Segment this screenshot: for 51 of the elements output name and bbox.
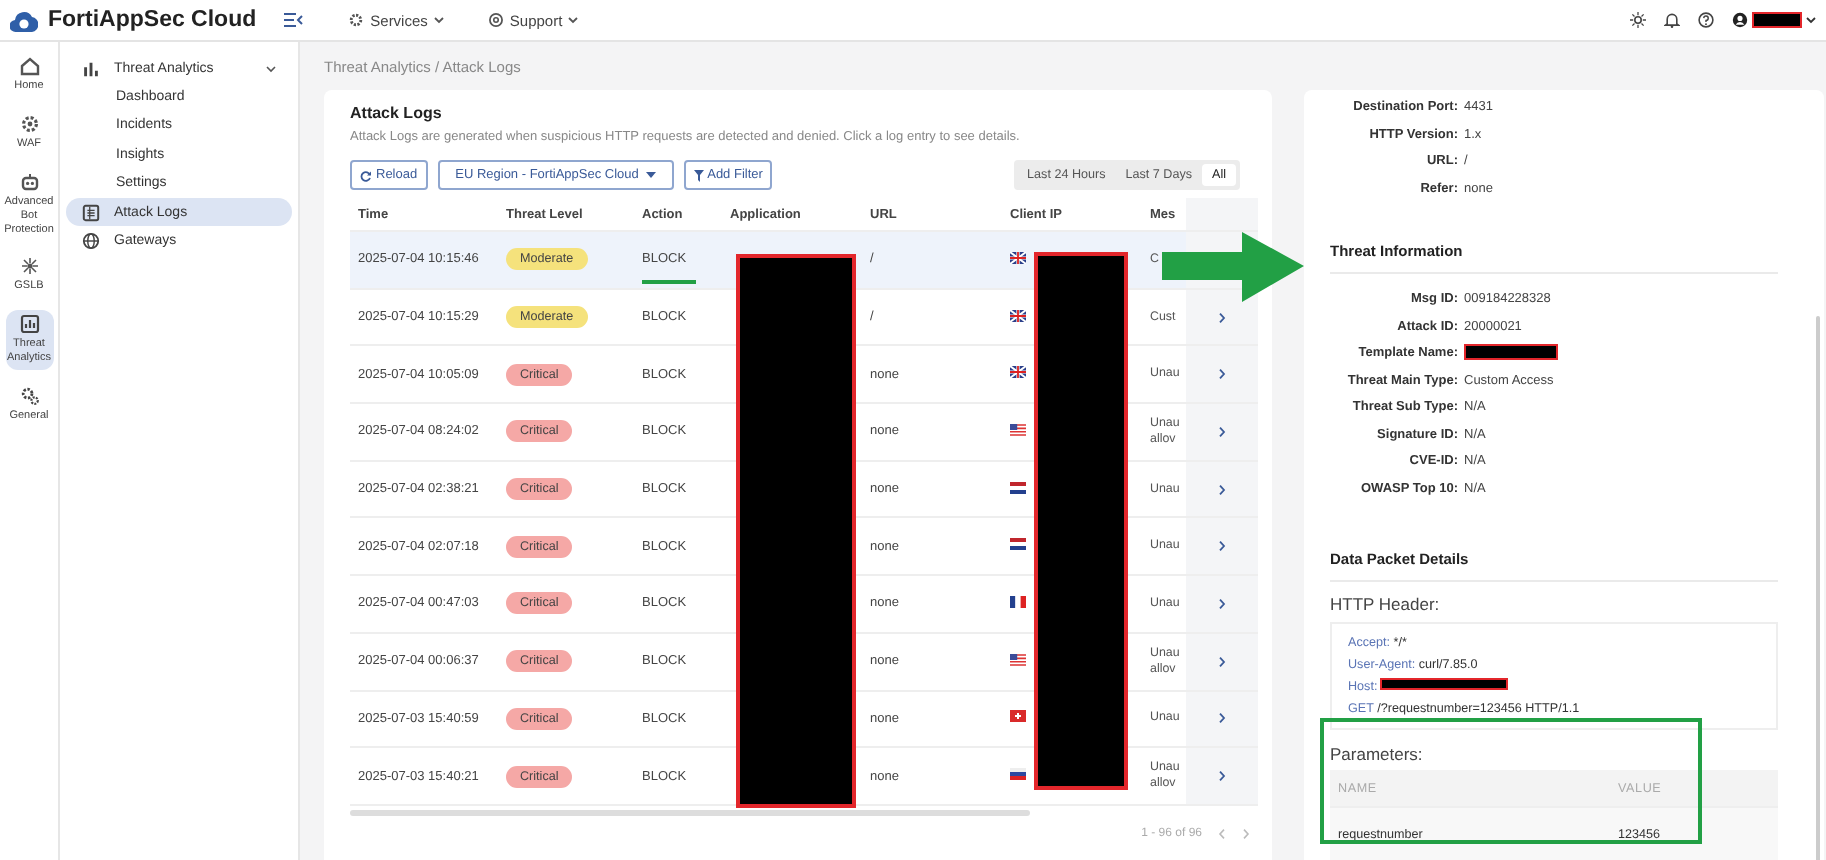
network-icon: [19, 256, 39, 277]
flag-icon: [1010, 423, 1026, 436]
sun-icon[interactable]: [1630, 12, 1646, 28]
annotation-arrow: [1162, 232, 1304, 302]
caret-icon[interactable]: [1806, 16, 1816, 24]
flag-icon: [1010, 768, 1026, 781]
chevron-right-icon[interactable]: [1218, 425, 1226, 438]
flag-icon: [1010, 538, 1026, 551]
reload-icon: [360, 169, 372, 181]
product-name: FortiAppSec Cloud: [48, 8, 257, 32]
gear-icon: [19, 113, 39, 134]
log-icon: [82, 203, 100, 221]
flag-icon: [1010, 481, 1026, 494]
subsection-title: HTTP Header:: [1330, 594, 1442, 614]
scrollbar[interactable]: [1816, 316, 1820, 860]
chevron-right-icon[interactable]: [1218, 597, 1226, 610]
flag-icon: [1010, 653, 1026, 666]
user-avatar-icon[interactable]: [1732, 12, 1748, 28]
chevron-right-icon[interactable]: [1218, 712, 1226, 725]
flag-icon: [1010, 309, 1026, 322]
caret-icon: [568, 16, 579, 24]
chevron-right-icon[interactable]: [1218, 311, 1226, 324]
chevron-right-icon[interactable]: [1218, 483, 1226, 496]
chevron-right-icon[interactable]: [1218, 540, 1226, 553]
support-icon: [487, 12, 504, 28]
flag-icon: [1010, 595, 1026, 608]
help-icon[interactable]: [1698, 12, 1714, 28]
cloud-logo-icon: [10, 7, 38, 33]
bar-chart-icon: [82, 59, 100, 77]
chevron-down-icon[interactable]: [266, 63, 276, 73]
robot-icon: [19, 171, 39, 192]
gear-icon: [348, 12, 365, 28]
filter-icon: [693, 169, 704, 181]
flag-icon: [1010, 710, 1026, 723]
chevron-right-icon[interactable]: [1218, 655, 1226, 668]
gears-icon: [19, 386, 39, 406]
flag-icon: [1010, 366, 1026, 379]
chevron-right-icon[interactable]: [1218, 770, 1226, 783]
chevron-right-icon[interactable]: [1218, 368, 1226, 381]
menu-collapse-icon[interactable]: [284, 12, 305, 28]
bell-icon[interactable]: [1664, 12, 1680, 28]
card-title: Attack Logs: [350, 104, 444, 122]
globe-icon: [82, 231, 100, 249]
highlight-underline: [642, 280, 696, 284]
caret-icon: [433, 16, 444, 24]
subsection-title: Parameters:: [1330, 744, 1425, 764]
home-icon: [19, 56, 39, 76]
flag-icon: [1010, 251, 1026, 264]
chart-icon: [19, 314, 39, 335]
caret-icon: [645, 172, 656, 178]
redaction-box: [1752, 12, 1802, 28]
